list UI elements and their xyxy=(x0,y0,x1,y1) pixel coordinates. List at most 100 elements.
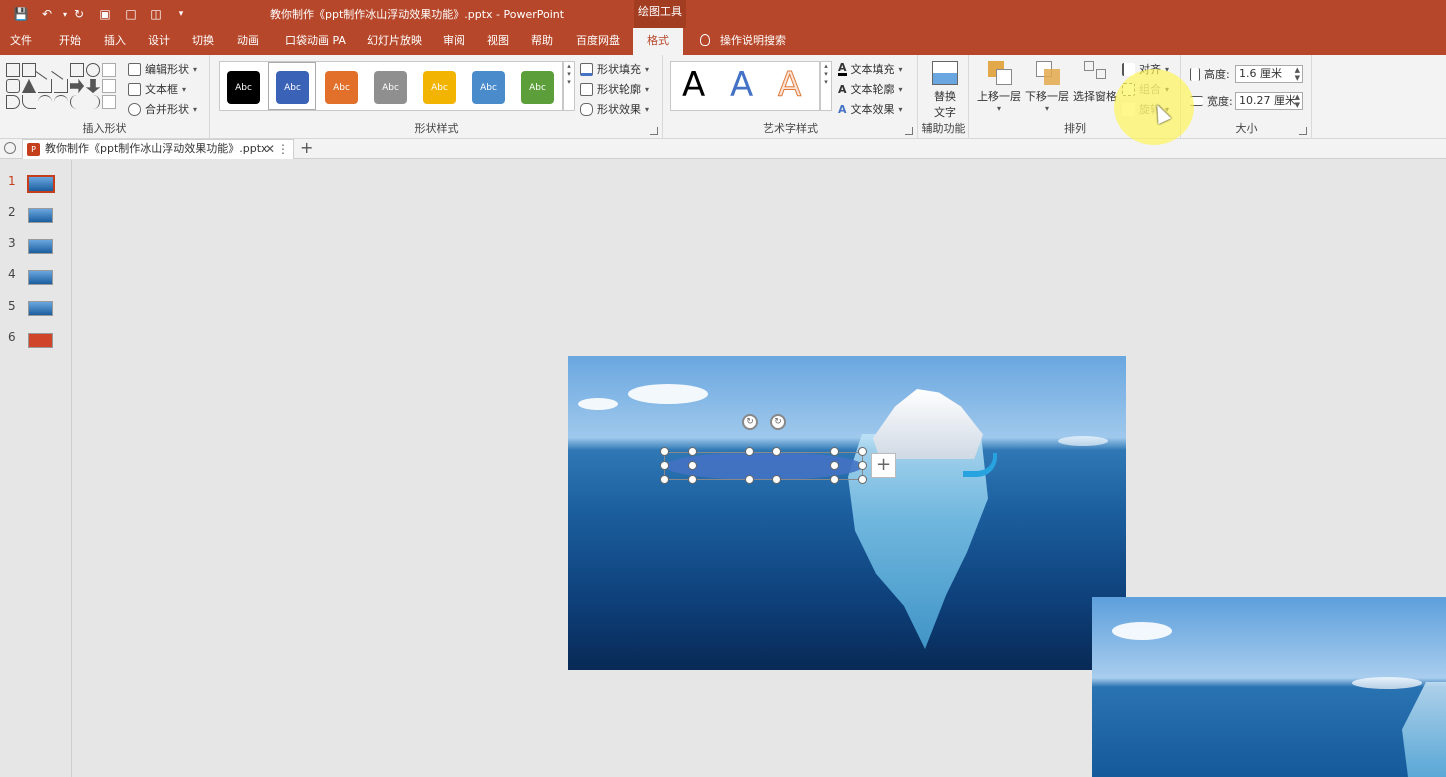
shape-style-swatch-2[interactable]: Abc xyxy=(276,71,309,104)
selection-pane-button[interactable]: 选择窗格 xyxy=(1072,61,1118,104)
new-file-icon[interactable]: □ xyxy=(122,5,140,23)
bring-forward-button[interactable]: 上移一层 ▾ xyxy=(976,61,1022,113)
wordart-style-blue[interactable]: A xyxy=(730,65,753,105)
tab-design[interactable]: 设计 xyxy=(148,28,170,55)
slide[interactable] xyxy=(568,356,1126,670)
resize-handle[interactable] xyxy=(858,461,867,470)
tab-review[interactable]: 审阅 xyxy=(443,28,465,55)
text-effects-button[interactable]: A 文本效果 ▾ xyxy=(838,101,903,117)
bring-forward-dropdown-icon[interactable]: ▾ xyxy=(976,104,1022,113)
text-box-button[interactable]: 文本框 ▾ xyxy=(128,81,186,97)
wordart-style-black[interactable]: A xyxy=(682,65,705,105)
tab-help[interactable]: 帮助 xyxy=(531,28,553,55)
new-tab-icon[interactable]: + xyxy=(300,138,313,157)
wordart-style-orange-outline[interactable]: A xyxy=(777,65,801,106)
width-input[interactable]: 10.27 厘米 ▲ ▼ xyxy=(1235,92,1303,110)
shape-styles-dialog-launcher-icon[interactable] xyxy=(650,127,658,135)
undo-icon[interactable]: ↶ xyxy=(38,5,56,23)
wordart-dialog-launcher-icon[interactable] xyxy=(905,127,913,135)
wordart-scroll[interactable]: ▴ ▾ ▾ xyxy=(820,61,832,111)
tab-list-icon[interactable] xyxy=(4,142,16,154)
redo-icon[interactable]: ↻ xyxy=(70,5,88,23)
resize-handle[interactable] xyxy=(830,447,839,456)
resize-handle[interactable] xyxy=(772,475,781,484)
gallery-scroll-up-icon[interactable] xyxy=(102,63,116,77)
resize-handle[interactable] xyxy=(858,447,867,456)
resize-handle[interactable] xyxy=(660,447,669,456)
ring-arc-shape[interactable] xyxy=(963,453,997,477)
shapes-gallery[interactable] xyxy=(6,60,116,113)
alt-text-button[interactable]: 替换 文字 xyxy=(925,61,965,120)
rotation-handle-icon[interactable]: ↻ xyxy=(742,414,758,430)
open-folder-icon[interactable]: ◫ xyxy=(147,5,165,23)
left-brace-shape-icon[interactable] xyxy=(70,95,84,109)
tab-insert[interactable]: 插入 xyxy=(104,28,126,55)
rotation-handle-icon[interactable]: ↻ xyxy=(770,414,786,430)
tell-me-search[interactable]: 操作说明搜索 xyxy=(700,28,786,55)
scribble-shape-icon[interactable] xyxy=(22,95,36,109)
resize-handle[interactable] xyxy=(745,475,754,484)
resize-handle[interactable] xyxy=(688,461,697,470)
tab-baidu-netdisk[interactable]: 百度网盘 xyxy=(576,28,620,55)
tab-home[interactable]: 开始 xyxy=(59,28,81,55)
right-arrow-shape-icon[interactable] xyxy=(70,79,84,93)
width-spinner[interactable]: ▲ ▼ xyxy=(1295,93,1300,109)
resize-handle[interactable] xyxy=(830,475,839,484)
slide-thumbnail[interactable] xyxy=(28,239,53,254)
resize-handle[interactable] xyxy=(772,447,781,456)
shape-style-swatch-4[interactable]: Abc xyxy=(374,71,407,104)
merge-shapes-button[interactable]: 合并形状 ▾ xyxy=(128,101,197,117)
shape-outline-button[interactable]: 形状轮廓 ▾ xyxy=(580,81,649,97)
resize-handle[interactable] xyxy=(660,475,669,484)
text-fill-button[interactable]: A 文本填充 ▾ xyxy=(838,61,903,77)
oval-shape-icon[interactable] xyxy=(86,63,100,77)
tab-format[interactable]: 格式 xyxy=(633,28,683,55)
text-outline-button[interactable]: A 文本轮廓 ▾ xyxy=(838,81,903,97)
shape-effects-button[interactable]: 形状效果 ▾ xyxy=(580,101,649,117)
resize-handle[interactable] xyxy=(688,447,697,456)
tab-animations[interactable]: 动画 xyxy=(237,28,259,55)
elbow-connector-icon[interactable] xyxy=(38,79,52,93)
arc-shape-icon[interactable] xyxy=(38,95,52,109)
document-tab[interactable]: P 教你制作《ppt制作冰山浮动效果功能》.pptx ✕ ⋮ xyxy=(22,139,294,159)
edit-shape-button[interactable]: 编辑形状 ▾ xyxy=(128,61,197,77)
tab-pocket-animation[interactable]: 口袋动画 PA xyxy=(285,28,346,55)
triangle-shape-icon[interactable] xyxy=(22,79,36,93)
shape-style-swatch-1[interactable]: Abc xyxy=(227,71,260,104)
slide-thumbnail[interactable] xyxy=(28,333,53,348)
send-backward-dropdown-icon[interactable]: ▾ xyxy=(1024,104,1070,113)
tab-file[interactable]: 文件 xyxy=(10,28,32,55)
tab-slide-show[interactable]: 幻灯片放映 xyxy=(367,28,422,55)
freeform-shape-icon[interactable] xyxy=(6,95,20,109)
slide-thumbnail[interactable] xyxy=(28,208,53,223)
rounded-rectangle-shape-icon[interactable] xyxy=(6,79,20,93)
rectangle-shape-icon[interactable] xyxy=(70,63,84,77)
shape-style-swatch-5[interactable]: Abc xyxy=(423,71,456,104)
start-from-beginning-icon[interactable]: ▣ xyxy=(96,5,114,23)
resize-handle[interactable] xyxy=(660,461,669,470)
save-icon[interactable]: 💾 xyxy=(12,5,30,23)
resize-handle[interactable] xyxy=(688,475,697,484)
shape-style-swatch-6[interactable]: Abc xyxy=(472,71,505,104)
shape-style-swatch-3[interactable]: Abc xyxy=(325,71,358,104)
send-backward-button[interactable]: 下移一层 ▾ xyxy=(1024,61,1070,113)
slide-thumbnail[interactable] xyxy=(28,301,53,316)
layout-options-button[interactable]: + xyxy=(871,453,896,478)
height-input[interactable]: 1.6 厘米 ▲ ▼ xyxy=(1235,65,1303,83)
height-spinner[interactable]: ▲ ▼ xyxy=(1295,66,1300,82)
arrow-line-shape-icon[interactable] xyxy=(51,60,71,80)
resize-handle[interactable] xyxy=(830,461,839,470)
down-arrow-shape-icon[interactable] xyxy=(86,79,100,93)
vertical-textbox-shape-icon[interactable] xyxy=(22,63,36,77)
shape-styles-scroll[interactable]: ▴ ▾ ▾ xyxy=(563,61,575,111)
close-tab-icon[interactable]: ✕ xyxy=(265,140,275,158)
slide-thumbnail[interactable] xyxy=(27,175,55,193)
slide-thumbnail[interactable] xyxy=(28,270,53,285)
shape-fill-button[interactable]: 形状填充 ▾ xyxy=(580,61,649,77)
customize-qat-icon[interactable]: ▾ xyxy=(172,5,190,23)
curve-shape-icon[interactable] xyxy=(54,95,68,109)
textbox-shape-icon[interactable] xyxy=(6,63,20,77)
size-dialog-launcher-icon[interactable] xyxy=(1299,127,1307,135)
resize-handle[interactable] xyxy=(858,475,867,484)
resize-handle[interactable] xyxy=(745,447,754,456)
